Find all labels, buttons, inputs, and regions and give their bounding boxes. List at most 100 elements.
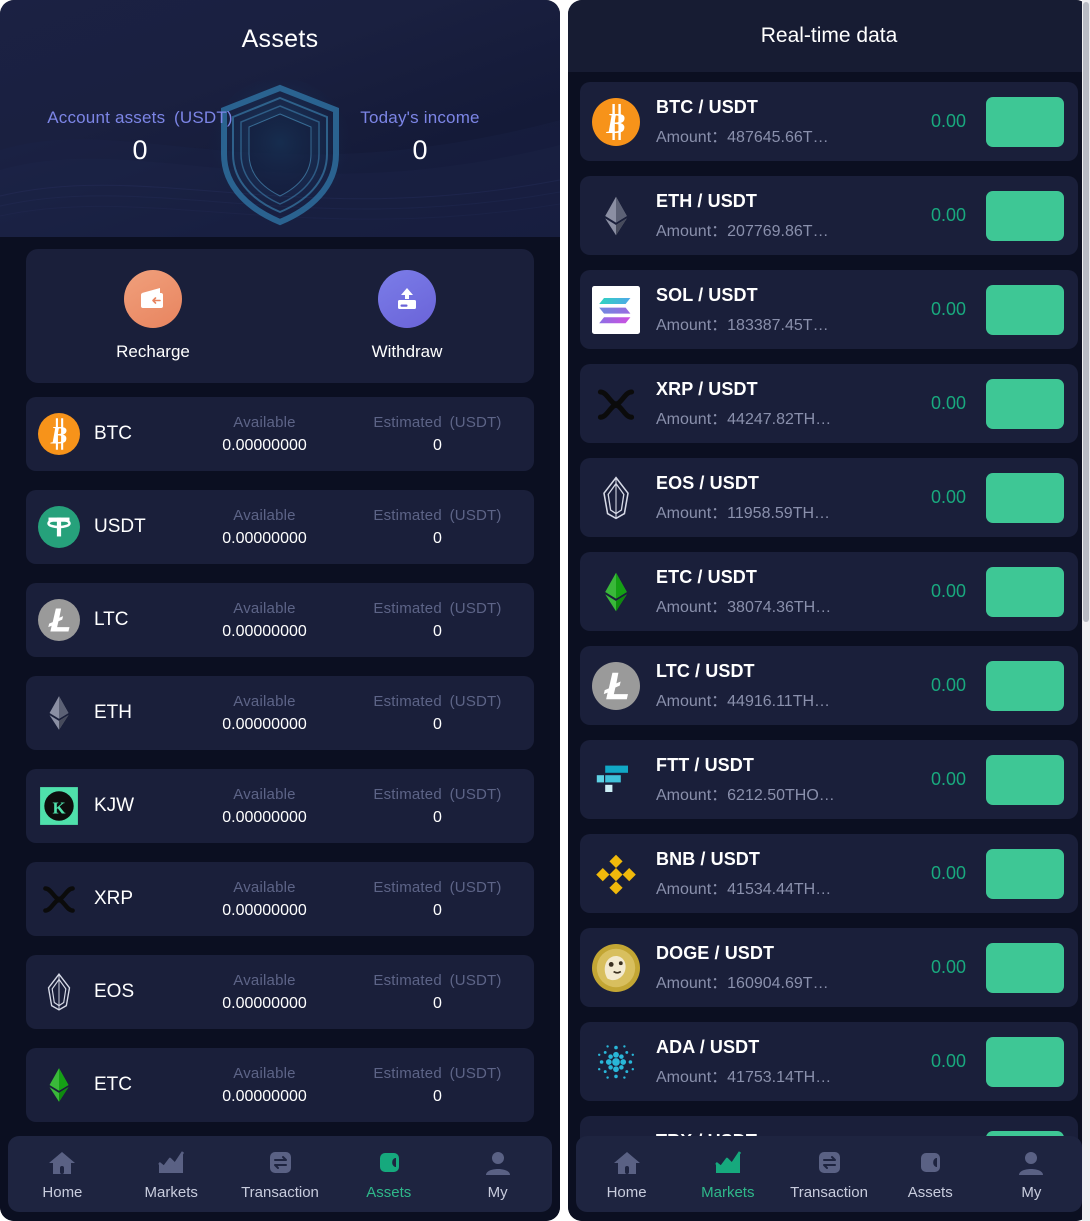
btc-icon: B xyxy=(592,97,640,146)
market-trade-button[interactable] xyxy=(986,754,1064,805)
asset-row[interactable]: EOS Available 0.00000000 Estimated (USDT) 0 xyxy=(26,955,534,1029)
market-row[interactable]: ADA / USDT Amount：41753.14TH… 0.00 xyxy=(580,1022,1078,1101)
xrp-icon xyxy=(38,878,80,920)
available-value: 0.00000000 xyxy=(222,808,307,826)
amount-value: 38074.36TH… xyxy=(727,598,832,616)
wallet-icon xyxy=(915,1147,945,1179)
available-header: Available xyxy=(233,692,296,710)
estimated-value: 0 xyxy=(433,901,442,919)
nav-item-assets[interactable]: Assets xyxy=(880,1147,981,1201)
available-header: Available xyxy=(233,506,296,524)
amount-value: 11958.59TH… xyxy=(727,504,831,522)
market-trade-button[interactable] xyxy=(986,1036,1064,1087)
asset-available-col: Available 0.00000000 xyxy=(178,693,351,734)
asset-symbol: ETC xyxy=(94,1074,132,1095)
market-row[interactable]: ETC / USDT Amount：38074.36TH… 0.00 xyxy=(580,552,1078,631)
available-value: 0.00000000 xyxy=(222,1087,307,1105)
realtime-list-area: B BTC / USDT Amount：487645.66T… 0.00 ETH / U… xyxy=(568,72,1090,1221)
market-row-text: BTC / USDT Amount：487645.66T… xyxy=(656,97,894,147)
asset-row[interactable]: XRP Available 0.00000000 Estimated (USDT) 0 xyxy=(26,862,534,936)
market-row[interactable]: FTT / USDT Amount：6212.50THO… 0.00 xyxy=(580,740,1078,819)
available-header: Available xyxy=(233,971,296,989)
realtime-data-panel: Real-time data B BTC / USDT Amount：487645.… xyxy=(568,0,1090,1221)
nav-item-markets[interactable]: Markets xyxy=(677,1147,778,1201)
asset-estimated-col: Estimated (USDT) 0 xyxy=(351,879,524,920)
market-row[interactable]: ETH / USDT Amount：207769.86T… 0.00 xyxy=(580,176,1078,255)
market-row[interactable]: XRP / USDT Amount：44247.82TH… 0.00 xyxy=(580,364,1078,443)
amount-prefix: Amount： xyxy=(656,410,728,428)
nav-item-assets[interactable]: Assets xyxy=(334,1147,443,1201)
todays-income-stat: Today's income 0 xyxy=(280,108,560,166)
nav-item-my[interactable]: My xyxy=(981,1147,1082,1201)
asset-row[interactable]: LTC Available 0.00000000 Estimated (USDT) 0 xyxy=(26,583,534,657)
asset-symbol: BTC xyxy=(94,423,132,444)
recharge-label: Recharge xyxy=(116,342,190,361)
scrollbar-thumb[interactable] xyxy=(1083,2,1089,622)
svg-text:B: B xyxy=(50,422,68,449)
market-trade-button[interactable] xyxy=(986,566,1064,617)
nav-label: Assets xyxy=(907,1184,953,1201)
nav-item-my[interactable]: My xyxy=(443,1147,552,1201)
asset-row[interactable]: USDT Available 0.00000000 Estimated (USDT) 0 xyxy=(26,490,534,564)
market-row[interactable]: DOGE / USDT Amount：160904.69T… 0.00 xyxy=(580,928,1078,1007)
recharge-button[interactable]: Recharge xyxy=(26,270,280,362)
account-assets-value: 0 xyxy=(132,135,148,165)
estimated-value: 0 xyxy=(433,715,442,733)
market-trade-button[interactable] xyxy=(986,284,1064,335)
page-scrollbar[interactable] xyxy=(1082,0,1090,1221)
market-trade-button[interactable] xyxy=(986,96,1064,147)
available-value: 0.00000000 xyxy=(222,715,307,733)
todays-income-label: Today's income xyxy=(360,108,480,127)
available-value: 0.00000000 xyxy=(222,622,307,640)
asset-available-col: Available 0.00000000 xyxy=(178,507,351,548)
market-row[interactable]: SOL / USDT Amount：183387.45T… 0.00 xyxy=(580,270,1078,349)
market-price: 0.00 xyxy=(930,1051,966,1071)
market-trade-button[interactable] xyxy=(986,472,1064,523)
etc-icon xyxy=(38,1064,80,1106)
amount-prefix: Amount： xyxy=(656,1068,728,1086)
ltc-icon xyxy=(38,599,80,641)
withdraw-button[interactable]: Withdraw xyxy=(280,270,534,362)
market-trade-button[interactable] xyxy=(986,660,1064,711)
market-row[interactable]: B BTC / USDT Amount：487645.66T… 0.00 xyxy=(580,82,1078,161)
market-trade-button[interactable] xyxy=(986,942,1064,993)
assets-panel: Assets Account assets (USDT) 0 Today's i… xyxy=(0,0,560,1221)
exchange-icon xyxy=(265,1147,295,1179)
market-pair: ETC / USDT xyxy=(656,566,758,587)
nav-item-home[interactable]: Home xyxy=(576,1147,677,1201)
asset-available-col: Available 0.00000000 xyxy=(178,600,351,641)
chart-up-icon xyxy=(713,1147,743,1179)
app-root: Assets Account assets (USDT) 0 Today's i… xyxy=(0,0,1090,1221)
asset-available-col: Available 0.00000000 xyxy=(178,414,351,455)
amount-value: 44916.11TH… xyxy=(727,692,831,710)
asset-row[interactable]: ETC Available 0.00000000 Estimated (USDT) 0 xyxy=(26,1048,534,1122)
market-amount: Amount：44916.11TH… xyxy=(656,687,851,711)
chart-up-icon xyxy=(156,1147,186,1179)
nav-label: My xyxy=(487,1184,508,1201)
market-amount: Amount：160904.69T… xyxy=(656,969,851,993)
assets-list-area: Recharge Withdraw B BTC Available 0.0000… xyxy=(0,237,560,1221)
available-header: Available xyxy=(233,785,296,803)
market-pair: BNB / USDT xyxy=(656,848,760,869)
market-trade-button[interactable] xyxy=(986,378,1064,429)
nav-item-transaction[interactable]: Transaction xyxy=(226,1147,335,1201)
market-trade-button[interactable] xyxy=(986,848,1064,899)
market-row[interactable]: LTC / USDT Amount：44916.11TH… 0.00 xyxy=(580,646,1078,725)
nav-item-home[interactable]: Home xyxy=(8,1147,117,1201)
nav-item-transaction[interactable]: Transaction xyxy=(778,1147,879,1201)
market-row[interactable]: EOS / USDT Amount：11958.59TH… 0.00 xyxy=(580,458,1078,537)
nav-item-markets[interactable]: Markets xyxy=(117,1147,226,1201)
market-price: 0.00 xyxy=(930,393,966,413)
asset-row[interactable]: K KJW Available 0.00000000 Estimated (USDT) 0 xyxy=(26,769,534,843)
estimated-value: 0 xyxy=(433,994,442,1012)
market-trade-button[interactable] xyxy=(986,190,1064,241)
amount-value: 183387.45T… xyxy=(727,316,829,334)
market-amount: Amount：11958.59TH… xyxy=(656,499,851,523)
asset-row[interactable]: ETH Available 0.00000000 Estimated (USDT) 0 xyxy=(26,676,534,750)
asset-row[interactable]: B BTC Available 0.00000000 Estimated (USDT) 0 xyxy=(26,397,534,471)
asset-available-col: Available 0.00000000 xyxy=(178,1065,351,1106)
market-price: 0.00 xyxy=(930,581,966,601)
bottom-nav-right: Home Markets Transaction Assets My xyxy=(576,1136,1082,1212)
available-value: 0.00000000 xyxy=(222,436,307,454)
market-row[interactable]: BNB / USDT Amount：41534.44TH… 0.00 xyxy=(580,834,1078,913)
